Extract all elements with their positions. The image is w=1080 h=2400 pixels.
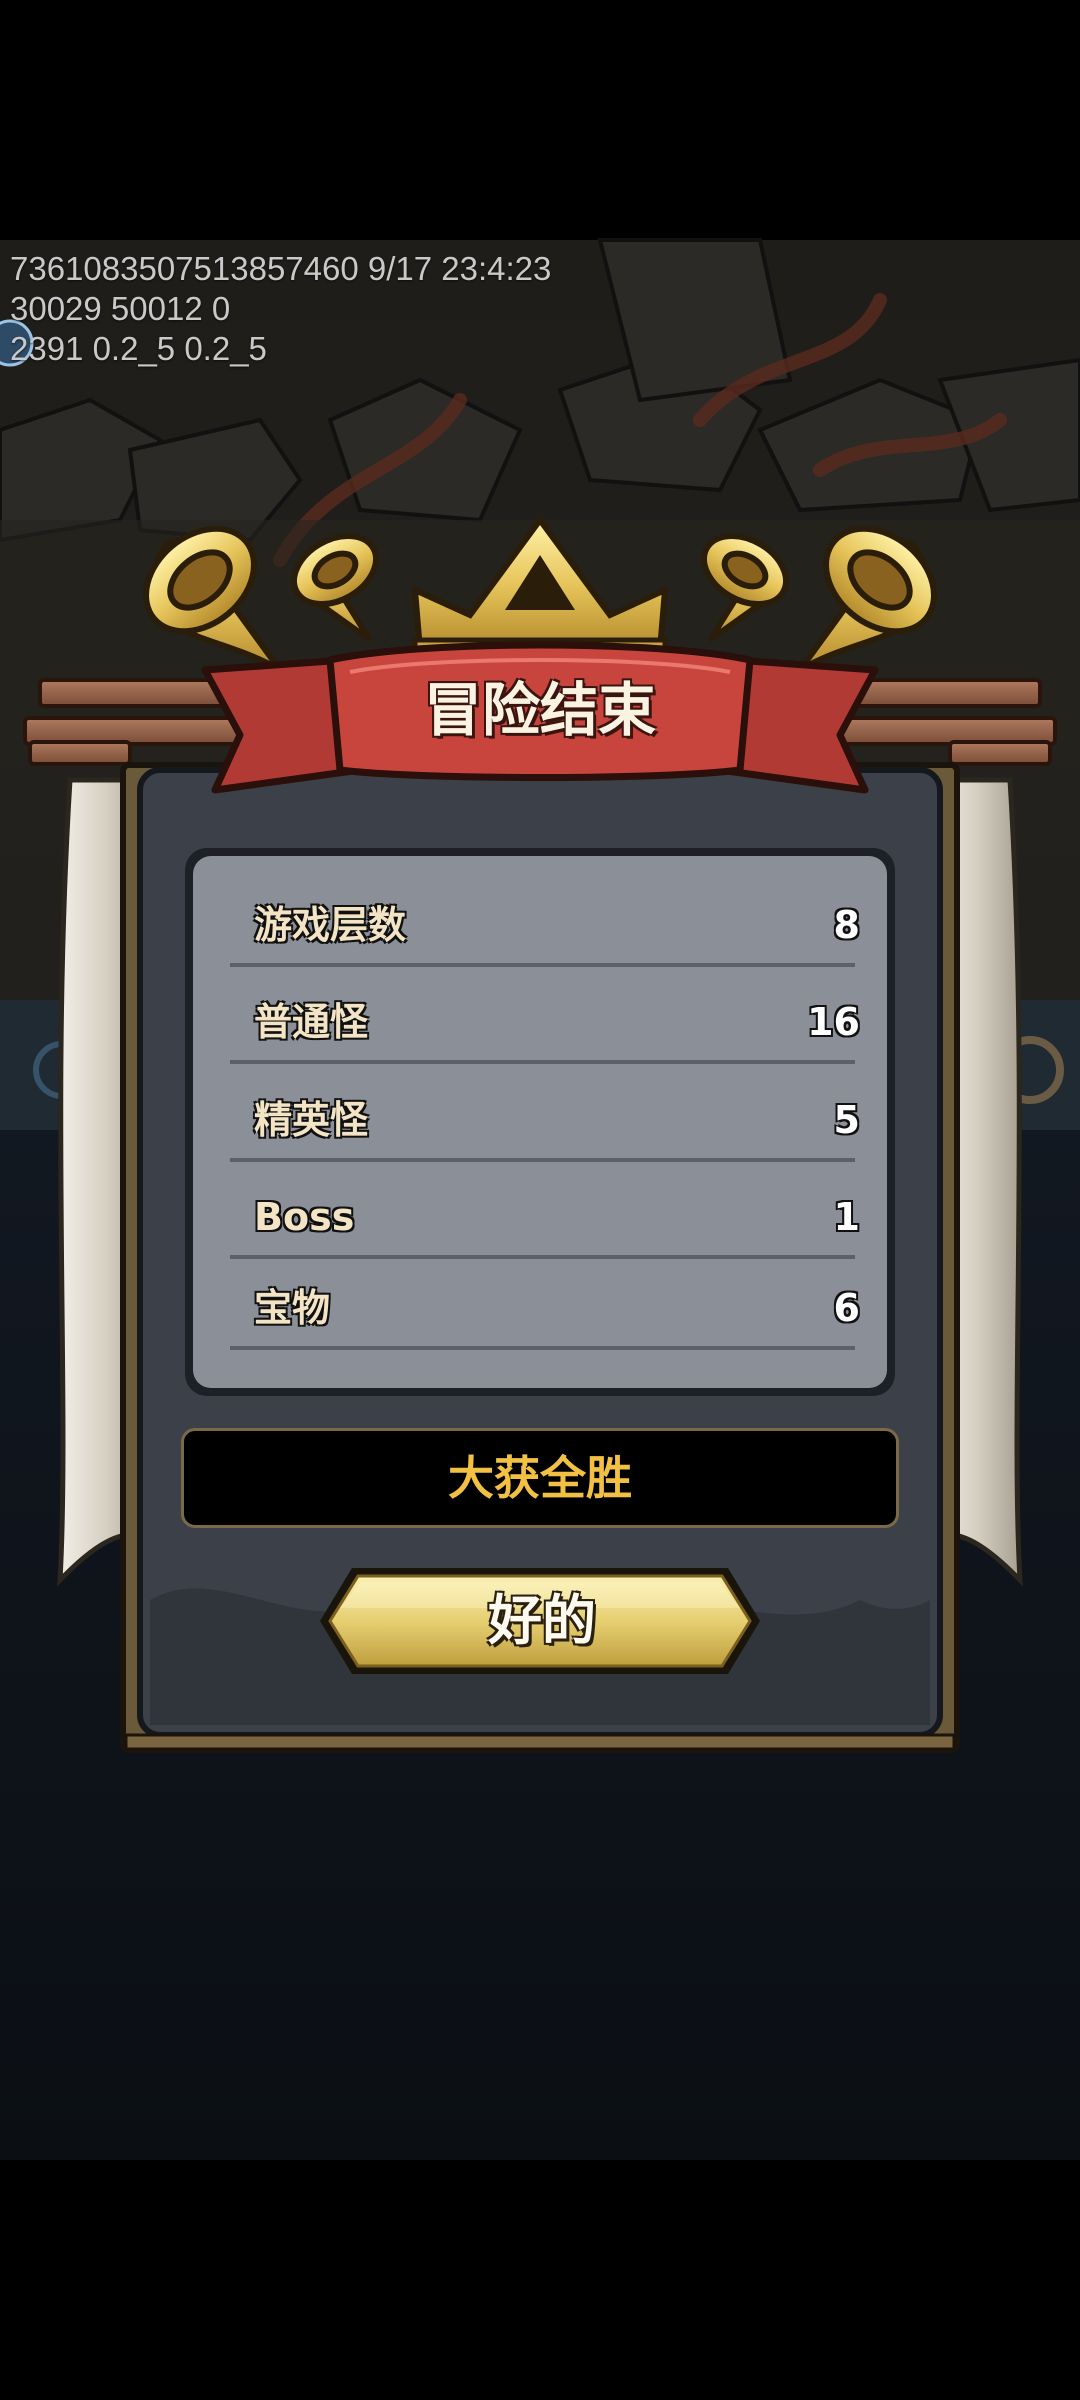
stat-label: 精英怪 [254, 1098, 369, 1142]
stat-label: 宝物 [254, 1286, 331, 1330]
debug-line-2: 30029 50012 0 [10, 290, 231, 327]
stat-value: 8 [833, 903, 860, 947]
stat-row-normal-monsters: 普通怪 16 [230, 987, 860, 1057]
stat-label: 游戏层数 [254, 903, 407, 947]
result-banner: 大获全胜 [181, 1428, 899, 1528]
ok-button-label: 好的 [488, 1589, 596, 1652]
debug-line-3: 2391 0.2_5 0.2_5 [10, 330, 267, 367]
stat-row-treasure: 宝物 6 [230, 1273, 860, 1343]
dialog-title: 冒险结束 [423, 676, 656, 744]
stat-label: 普通怪 [254, 1000, 369, 1044]
stat-row-floors: 游戏层数 8 [230, 890, 860, 960]
stat-value: 5 [833, 1098, 860, 1142]
stat-value: 1 [833, 1195, 860, 1239]
stat-value: 16 [807, 1000, 860, 1044]
stat-value: 6 [833, 1286, 860, 1330]
stat-label: Boss [254, 1195, 355, 1239]
ok-button[interactable]: 好的 [322, 1565, 762, 1677]
stat-row-boss: Boss 1 [230, 1182, 860, 1252]
stat-row-elite-monsters: 精英怪 5 [230, 1085, 860, 1155]
debug-line-1: 7361083507513857460 9/17 23:4:23 [10, 250, 552, 287]
